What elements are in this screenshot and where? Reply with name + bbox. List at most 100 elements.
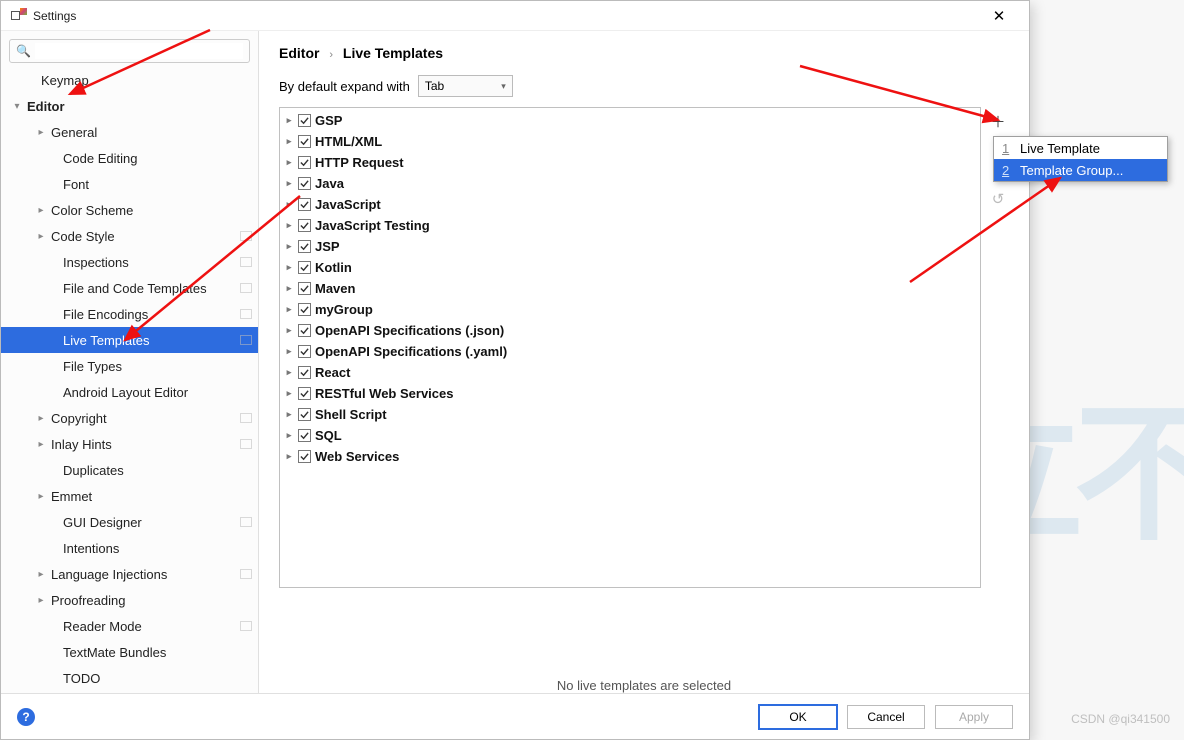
chevron-right-icon[interactable]: ▸ — [35, 413, 47, 424]
group-checkbox[interactable] — [298, 324, 311, 337]
chevron-right-icon[interactable]: ▸ — [35, 439, 47, 450]
chevron-right-icon[interactable]: ▸ — [35, 205, 47, 216]
group-checkbox[interactable] — [298, 198, 311, 211]
template-groups-list[interactable]: ▸GSP▸HTML/XML▸HTTP Request▸Java▸JavaScri… — [279, 107, 981, 588]
template-group-row[interactable]: ▸Kotlin — [284, 257, 976, 278]
expand-arrow-icon[interactable]: ▸ — [284, 199, 294, 210]
template-group-row[interactable]: ▸JavaScript — [284, 194, 976, 215]
group-checkbox[interactable] — [298, 450, 311, 463]
group-label: HTML/XML — [315, 134, 382, 149]
help-button[interactable]: ? — [17, 708, 35, 726]
template-group-row[interactable]: ▸JSP — [284, 236, 976, 257]
chevron-down-icon[interactable]: ▾ — [11, 101, 23, 112]
sidebar-item-color-scheme[interactable]: ▸Color Scheme — [1, 197, 258, 223]
group-checkbox[interactable] — [298, 219, 311, 232]
expand-arrow-icon[interactable]: ▸ — [284, 325, 294, 336]
search-box[interactable]: 🔍 — [9, 39, 250, 63]
sidebar-item-code-style[interactable]: ▸Code Style — [1, 223, 258, 249]
settings-tree[interactable]: Keymap▾Editor▸GeneralCode EditingFont▸Co… — [1, 67, 258, 693]
chevron-right-icon[interactable]: ▸ — [35, 569, 47, 580]
expand-arrow-icon[interactable]: ▸ — [284, 157, 294, 168]
search-input[interactable] — [35, 43, 243, 59]
template-group-row[interactable]: ▸OpenAPI Specifications (.yaml) — [284, 341, 976, 362]
chevron-right-icon[interactable]: ▸ — [35, 595, 47, 606]
sidebar-item-code-editing[interactable]: Code Editing — [1, 145, 258, 171]
template-group-row[interactable]: ▸GSP — [284, 110, 976, 131]
sidebar-item-language-injections[interactable]: ▸Language Injections — [1, 561, 258, 587]
expand-arrow-icon[interactable]: ▸ — [284, 304, 294, 315]
template-group-row[interactable]: ▸Maven — [284, 278, 976, 299]
add-button[interactable]: ＋ — [988, 111, 1008, 131]
popup-item-template-group-[interactable]: 2Template Group... — [994, 159, 1167, 181]
sidebar-item-textmate-bundles[interactable]: TextMate Bundles — [1, 639, 258, 665]
expand-arrow-icon[interactable]: ▸ — [284, 178, 294, 189]
expand-arrow-icon[interactable]: ▸ — [284, 346, 294, 357]
expand-arrow-icon[interactable]: ▸ — [284, 262, 294, 273]
ok-button[interactable]: OK — [759, 705, 837, 729]
group-checkbox[interactable] — [298, 387, 311, 400]
group-checkbox[interactable] — [298, 345, 311, 358]
sidebar-item-duplicates[interactable]: Duplicates — [1, 457, 258, 483]
sidebar-item-inspections[interactable]: Inspections — [1, 249, 258, 275]
expand-key-combo[interactable]: Tab ▾ — [418, 75, 513, 97]
template-group-row[interactable]: ▸Web Services — [284, 446, 976, 467]
chevron-right-icon[interactable]: ▸ — [35, 127, 47, 138]
group-checkbox[interactable] — [298, 282, 311, 295]
expand-arrow-icon[interactable]: ▸ — [284, 388, 294, 399]
expand-arrow-icon[interactable]: ▸ — [284, 220, 294, 231]
sidebar-item-android-layout-editor[interactable]: Android Layout Editor — [1, 379, 258, 405]
template-group-row[interactable]: ▸SQL — [284, 425, 976, 446]
group-checkbox[interactable] — [298, 261, 311, 274]
template-group-row[interactable]: ▸OpenAPI Specifications (.json) — [284, 320, 976, 341]
sidebar-item-gui-designer[interactable]: GUI Designer — [1, 509, 258, 535]
sidebar-item-emmet[interactable]: ▸Emmet — [1, 483, 258, 509]
sidebar-item-intentions[interactable]: Intentions — [1, 535, 258, 561]
group-checkbox[interactable] — [298, 240, 311, 253]
template-group-row[interactable]: ▸RESTful Web Services — [284, 383, 976, 404]
revert-button[interactable]: ↺ — [988, 189, 1008, 209]
expand-arrow-icon[interactable]: ▸ — [284, 241, 294, 252]
sidebar-item-proofreading[interactable]: ▸Proofreading — [1, 587, 258, 613]
sidebar-item-editor[interactable]: ▾Editor — [1, 93, 258, 119]
close-button[interactable]: ✕ — [979, 2, 1019, 30]
template-group-row[interactable]: ▸ HTML/XML — [284, 131, 976, 152]
sidebar-item-live-templates[interactable]: Live Templates — [1, 327, 258, 353]
group-checkbox[interactable] — [298, 366, 311, 379]
template-group-row[interactable]: ▸Shell Script — [284, 404, 976, 425]
group-checkbox[interactable] — [298, 156, 311, 169]
group-checkbox[interactable] — [298, 408, 311, 421]
sidebar-item-copyright[interactable]: ▸Copyright — [1, 405, 258, 431]
group-checkbox[interactable] — [298, 429, 311, 442]
sidebar-item-file-types[interactable]: File Types — [1, 353, 258, 379]
chevron-right-icon[interactable]: ▸ — [35, 491, 47, 502]
group-checkbox[interactable] — [298, 303, 311, 316]
template-group-row[interactable]: ▸JavaScript Testing — [284, 215, 976, 236]
sidebar-item-todo[interactable]: TODO — [1, 665, 258, 691]
template-group-row[interactable]: ▸React — [284, 362, 976, 383]
sidebar-item-reader-mode[interactable]: Reader Mode — [1, 613, 258, 639]
expand-arrow-icon[interactable]: ▸ — [284, 430, 294, 441]
popup-item-live-template[interactable]: 1Live Template — [994, 137, 1167, 159]
app-icon — [11, 8, 27, 24]
expand-arrow-icon[interactable]: ▸ — [284, 451, 294, 462]
template-group-row[interactable]: ▸myGroup — [284, 299, 976, 320]
template-group-row[interactable]: ▸Java — [284, 173, 976, 194]
expand-arrow-icon[interactable]: ▸ — [284, 136, 294, 147]
apply-button[interactable]: Apply — [935, 705, 1013, 729]
sidebar-item-inlay-hints[interactable]: ▸Inlay Hints — [1, 431, 258, 457]
expand-arrow-icon[interactable]: ▸ — [284, 283, 294, 294]
group-checkbox[interactable] — [298, 135, 311, 148]
expand-arrow-icon[interactable]: ▸ — [284, 409, 294, 420]
sidebar-item-font[interactable]: Font — [1, 171, 258, 197]
cancel-button[interactable]: Cancel — [847, 705, 925, 729]
expand-arrow-icon[interactable]: ▸ — [284, 367, 294, 378]
chevron-right-icon[interactable]: ▸ — [35, 231, 47, 242]
sidebar-item-general[interactable]: ▸General — [1, 119, 258, 145]
sidebar-item-keymap[interactable]: Keymap — [1, 67, 258, 93]
sidebar-item-file-encodings[interactable]: File Encodings — [1, 301, 258, 327]
sidebar-item-file-and-code-templates[interactable]: File and Code Templates — [1, 275, 258, 301]
group-checkbox[interactable] — [298, 114, 311, 127]
template-group-row[interactable]: ▸HTTP Request — [284, 152, 976, 173]
expand-arrow-icon[interactable]: ▸ — [284, 115, 294, 126]
group-checkbox[interactable] — [298, 177, 311, 190]
